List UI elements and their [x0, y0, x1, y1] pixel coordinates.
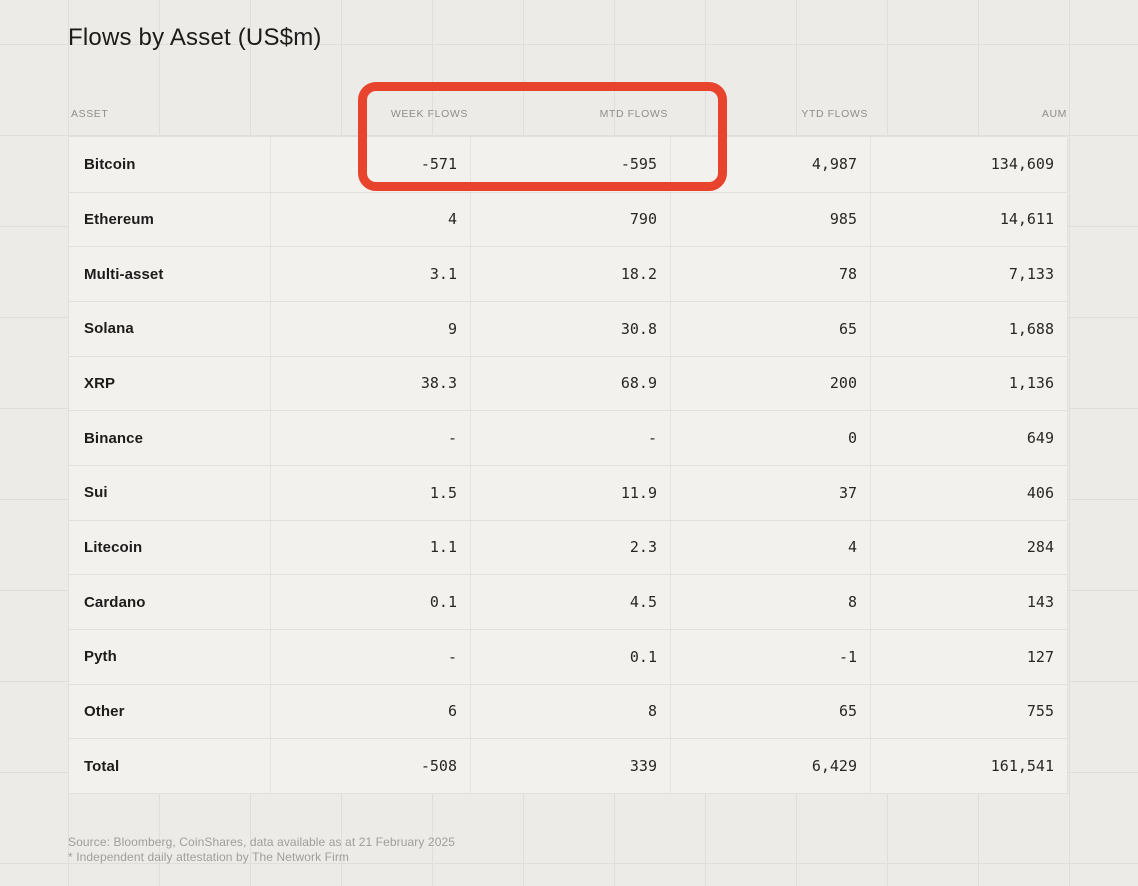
- value-cell: -571: [270, 137, 470, 192]
- value-cell: 18.2: [470, 247, 670, 301]
- table-row: Binance--0649: [69, 410, 1067, 465]
- page: Flows by Asset (US$m) ASSET WEEK FLOWS M…: [0, 0, 1138, 886]
- value-cell: 30.8: [470, 302, 670, 356]
- value-cell: 985: [670, 193, 870, 247]
- value-cell: 65: [670, 302, 870, 356]
- table-header-row: ASSET WEEK FLOWS MTD FLOWS YTD FLOWS AUM: [68, 91, 1068, 136]
- table-row: Multi-asset3.118.2787,133: [69, 246, 1067, 301]
- value-cell: 6,429: [670, 739, 870, 793]
- asset-name-cell: Bitcoin: [69, 137, 270, 192]
- table-row: Litecoin1.12.34284: [69, 520, 1067, 575]
- asset-name-cell: XRP: [69, 357, 270, 411]
- value-cell: 4.5: [470, 575, 670, 629]
- column-header-aum: AUM: [869, 91, 1068, 136]
- table-row: Sui1.511.937406: [69, 465, 1067, 520]
- value-cell: 134,609: [870, 137, 1067, 192]
- value-cell: 649: [870, 411, 1067, 465]
- value-cell: 4: [270, 193, 470, 247]
- asset-name-cell: Ethereum: [69, 193, 270, 247]
- table-row: Cardano0.14.58143: [69, 574, 1067, 629]
- value-cell: 200: [670, 357, 870, 411]
- table-row: Total-5083396,429161,541: [69, 738, 1067, 793]
- value-cell: 790: [470, 193, 670, 247]
- value-cell: 78: [670, 247, 870, 301]
- value-cell: 4: [670, 521, 870, 575]
- value-cell: -: [270, 630, 470, 684]
- value-cell: -: [470, 411, 670, 465]
- value-cell: -595: [470, 137, 670, 192]
- value-cell: 6: [270, 685, 470, 739]
- value-cell: -: [270, 411, 470, 465]
- value-cell: 3.1: [270, 247, 470, 301]
- value-cell: 65: [670, 685, 870, 739]
- column-header-asset: ASSET: [68, 91, 269, 136]
- value-cell: 1,688: [870, 302, 1067, 356]
- value-cell: 4,987: [670, 137, 870, 192]
- attestation-note: * Independent daily attestation by The N…: [68, 850, 455, 865]
- value-cell: 14,611: [870, 193, 1067, 247]
- table-row: Other6865755: [69, 684, 1067, 739]
- table-row: Ethereum479098514,611: [69, 192, 1067, 247]
- value-cell: 37: [670, 466, 870, 520]
- value-cell: 127: [870, 630, 1067, 684]
- value-cell: 7,133: [870, 247, 1067, 301]
- asset-name-cell: Solana: [69, 302, 270, 356]
- table-row: Pyth-0.1-1127: [69, 629, 1067, 684]
- value-cell: 755: [870, 685, 1067, 739]
- value-cell: 161,541: [870, 739, 1067, 793]
- asset-name-cell: Sui: [69, 466, 270, 520]
- value-cell: 406: [870, 466, 1067, 520]
- value-cell: 0.1: [270, 575, 470, 629]
- value-cell: 0.1: [470, 630, 670, 684]
- value-cell: 9: [270, 302, 470, 356]
- column-header-mtd-flows: MTD FLOWS: [469, 91, 669, 136]
- chart-title: Flows by Asset (US$m): [68, 24, 322, 52]
- table-row: Bitcoin-571-5954,987134,609: [69, 137, 1067, 192]
- value-cell: 38.3: [270, 357, 470, 411]
- value-cell: 0: [670, 411, 870, 465]
- value-cell: 2.3: [470, 521, 670, 575]
- value-cell: 339: [470, 739, 670, 793]
- table-row: XRP38.368.92001,136: [69, 356, 1067, 411]
- asset-name-cell: Multi-asset: [69, 247, 270, 301]
- asset-name-cell: Pyth: [69, 630, 270, 684]
- value-cell: 143: [870, 575, 1067, 629]
- value-cell: 8: [470, 685, 670, 739]
- table-body: Bitcoin-571-5954,987134,609Ethereum47909…: [68, 136, 1068, 794]
- value-cell: 1,136: [870, 357, 1067, 411]
- value-cell: 284: [870, 521, 1067, 575]
- column-header-ytd-flows: YTD FLOWS: [669, 91, 869, 136]
- table-row: Solana930.8651,688: [69, 301, 1067, 356]
- asset-name-cell: Total: [69, 739, 270, 793]
- source-note: Source: Bloomberg, CoinShares, data avai…: [68, 835, 455, 850]
- asset-name-cell: Cardano: [69, 575, 270, 629]
- asset-name-cell: Other: [69, 685, 270, 739]
- value-cell: 1.5: [270, 466, 470, 520]
- asset-name-cell: Binance: [69, 411, 270, 465]
- value-cell: 11.9: [470, 466, 670, 520]
- value-cell: 1.1: [270, 521, 470, 575]
- column-header-week-flows: WEEK FLOWS: [269, 91, 469, 136]
- value-cell: 68.9: [470, 357, 670, 411]
- value-cell: -508: [270, 739, 470, 793]
- asset-name-cell: Litecoin: [69, 521, 270, 575]
- value-cell: -1: [670, 630, 870, 684]
- footer-notes: Source: Bloomberg, CoinShares, data avai…: [68, 835, 455, 865]
- value-cell: 8: [670, 575, 870, 629]
